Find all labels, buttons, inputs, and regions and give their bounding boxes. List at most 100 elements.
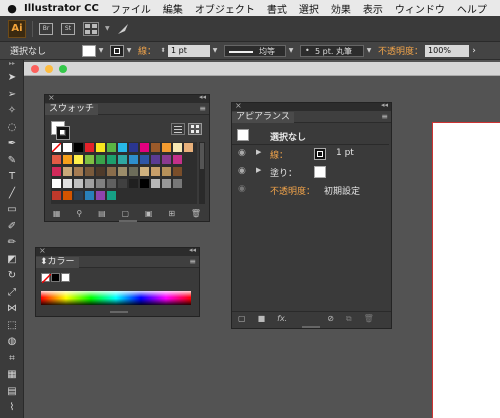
rotate-tool-icon[interactable]: ↻ xyxy=(0,268,24,285)
color-swatch[interactable] xyxy=(107,143,116,152)
color-swatch[interactable] xyxy=(140,143,149,152)
perspective-grid-tool-icon[interactable]: ⌗ xyxy=(0,351,24,368)
chevron-right-icon[interactable]: › xyxy=(469,45,479,57)
delete-swatch-icon[interactable]: 🗑 xyxy=(191,209,201,218)
color-swatch[interactable] xyxy=(85,179,94,188)
show-kinds-icon[interactable]: ⚲ xyxy=(76,209,82,218)
apple-menu-icon[interactable]: ● xyxy=(0,2,24,15)
chevron-down-icon[interactable]: ▼ xyxy=(364,45,374,57)
opacity-attr-label[interactable]: 不透明度： xyxy=(270,184,315,197)
gpu-performance-icon[interactable] xyxy=(116,22,130,36)
panel-menu-icon[interactable]: ≡ xyxy=(381,112,388,121)
width-tool-icon[interactable]: ⋈ xyxy=(0,301,24,318)
close-window-button[interactable] xyxy=(31,65,39,73)
stroke-attr-label[interactable]: 線： xyxy=(270,148,288,161)
white-swatch[interactable] xyxy=(61,273,70,282)
color-swatch[interactable] xyxy=(74,179,83,188)
color-swatch[interactable] xyxy=(140,155,149,164)
color-swatch[interactable] xyxy=(96,179,105,188)
color-swatch[interactable] xyxy=(151,143,160,152)
thumbnail-view-button[interactable] xyxy=(188,123,202,135)
color-swatch[interactable] xyxy=(118,143,127,152)
color-swatch[interactable] xyxy=(162,155,171,164)
collapse-icon[interactable]: ◂◂ xyxy=(189,246,196,254)
mesh-tool-icon[interactable]: ▦ xyxy=(0,367,24,384)
color-swatch[interactable] xyxy=(129,143,138,152)
color-swatch[interactable] xyxy=(63,179,72,188)
selection-tool-icon[interactable]: ➤ xyxy=(0,70,24,87)
color-swatch[interactable] xyxy=(173,143,182,152)
clear-appearance-icon[interactable]: ⊘ xyxy=(327,314,334,323)
collapse-icon[interactable]: ▸▸ xyxy=(0,60,24,70)
add-fill-icon[interactable]: ■ xyxy=(258,314,266,323)
color-swatch[interactable] xyxy=(118,179,127,188)
stroke-weight-field[interactable]: 1 pt xyxy=(168,44,211,57)
menu-edit[interactable]: 編集 xyxy=(163,1,183,16)
magic-wand-tool-icon[interactable]: ✧ xyxy=(0,103,24,120)
fill-color-swatch[interactable] xyxy=(82,44,97,57)
menu-select[interactable]: 選択 xyxy=(299,1,319,16)
app-menu[interactable]: Illustrator CC xyxy=(24,3,99,14)
swatch-options-icon[interactable]: ▤ xyxy=(98,209,106,218)
none-swatch[interactable] xyxy=(51,142,62,153)
color-swatch[interactable] xyxy=(129,155,138,164)
eyedropper-tool-icon[interactable]: ⌇ xyxy=(0,400,24,417)
stock-button[interactable]: St xyxy=(61,22,75,35)
menu-object[interactable]: オブジェクト xyxy=(195,1,255,16)
color-swatch[interactable] xyxy=(140,167,149,176)
stroke-color-swatch[interactable] xyxy=(314,148,326,160)
color-swatch[interactable] xyxy=(74,167,83,176)
eye-icon[interactable]: ◉ xyxy=(238,148,246,158)
rectangle-tool-icon[interactable]: ▭ xyxy=(0,202,24,219)
close-icon[interactable]: × xyxy=(235,101,242,110)
color-swatch[interactable] xyxy=(140,179,149,188)
free-transform-tool-icon[interactable]: ⬚ xyxy=(0,318,24,335)
disclosure-triangle-icon[interactable]: ▶ xyxy=(256,148,261,156)
color-swatch[interactable] xyxy=(107,167,116,176)
opacity-label[interactable]: 不透明度： xyxy=(378,44,423,57)
swatch-scrollbar[interactable] xyxy=(199,142,205,204)
color-swatch[interactable] xyxy=(74,191,83,200)
color-swatch[interactable] xyxy=(184,143,193,152)
none-swatch[interactable] xyxy=(41,273,52,284)
brush-definition[interactable]: • 5 pt. 丸筆 xyxy=(300,44,365,57)
scrollbar-thumb[interactable] xyxy=(200,143,204,169)
color-spectrum[interactable] xyxy=(41,291,191,305)
lasso-tool-icon[interactable]: ◌ xyxy=(0,120,24,137)
color-swatch[interactable] xyxy=(52,167,61,176)
color-swatch[interactable] xyxy=(85,167,94,176)
close-icon[interactable]: × xyxy=(48,93,55,102)
stepper-icon[interactable]: ⬍ xyxy=(158,45,168,57)
resize-grip[interactable] xyxy=(110,311,128,313)
tab-swatches[interactable]: スウォッチ xyxy=(45,104,99,115)
chevron-down-icon[interactable]: ▼ xyxy=(105,25,110,32)
stroke-proxy[interactable] xyxy=(56,126,70,140)
minimize-window-button[interactable] xyxy=(45,65,53,73)
stroke-weight-value[interactable]: 1 pt xyxy=(336,148,354,158)
list-view-button[interactable] xyxy=(171,123,185,135)
color-swatch[interactable] xyxy=(173,179,182,188)
color-swatch[interactable] xyxy=(162,179,171,188)
line-tool-icon[interactable]: ╱ xyxy=(0,186,24,203)
appearance-stroke-row[interactable]: ◉ ▶ 線： 1 pt xyxy=(232,146,389,162)
appearance-fill-row[interactable]: ◉ ▶ 塗り： xyxy=(232,164,389,180)
eraser-tool-icon[interactable]: ◩ xyxy=(0,252,24,269)
pen-tool-icon[interactable]: ✒ xyxy=(0,136,24,153)
color-swatch[interactable] xyxy=(96,155,105,164)
color-swatch[interactable] xyxy=(96,191,105,200)
shaper-tool-icon[interactable]: ✏ xyxy=(0,235,24,252)
collapse-icon[interactable]: ◂◂ xyxy=(381,101,388,109)
arrange-documents-button[interactable] xyxy=(83,21,99,36)
color-swatch[interactable] xyxy=(85,143,94,152)
color-swatch[interactable] xyxy=(52,191,61,200)
tab-color[interactable]: ⬍カラー xyxy=(36,257,79,268)
color-swatch[interactable] xyxy=(151,155,160,164)
resize-grip[interactable] xyxy=(119,220,137,222)
panel-menu-icon[interactable]: ≡ xyxy=(199,104,206,113)
color-swatch[interactable] xyxy=(162,167,171,176)
menu-effect[interactable]: 効果 xyxy=(331,1,351,16)
menu-type[interactable]: 書式 xyxy=(267,1,287,16)
menu-file[interactable]: ファイル xyxy=(111,1,151,16)
add-stroke-icon[interactable]: ▢ xyxy=(238,314,246,323)
variable-width-profile[interactable]: 均等 xyxy=(224,44,287,57)
